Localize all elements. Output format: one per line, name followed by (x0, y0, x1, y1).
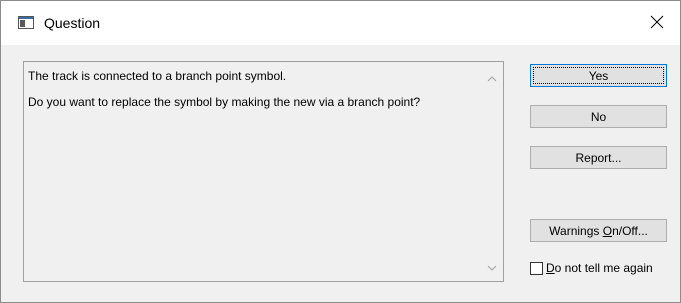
close-button[interactable] (634, 1, 680, 45)
report-button-label: Report... (575, 150, 622, 165)
message-line-1: The track is connected to a branch point… (28, 69, 287, 83)
no-button-label: No (590, 109, 607, 124)
message-text: The track is connected to a branch point… (28, 70, 468, 122)
window-app-icon (18, 16, 34, 29)
no-button[interactable]: No (530, 105, 667, 128)
title-bar: Question (1, 1, 680, 45)
close-icon (650, 15, 664, 32)
window-title: Question (44, 15, 101, 31)
scroll-down-icon[interactable] (487, 260, 497, 274)
scroll-up-icon[interactable] (487, 71, 497, 85)
message-line-2: Do you want to replace the symbol by mak… (28, 95, 421, 109)
warnings-button-label: Warnings On/Off... (549, 223, 648, 238)
message-box[interactable]: The track is connected to a branch point… (23, 61, 504, 282)
yes-button-label: Yes (588, 68, 609, 83)
report-button[interactable]: Report... (530, 146, 667, 169)
do-not-tell-again-checkbox[interactable] (530, 261, 543, 275)
do-not-tell-again-label: Do not tell me again (546, 261, 653, 275)
do-not-tell-again-option[interactable]: Do not tell me again (530, 260, 653, 276)
dialog-window: Question The track is connected to a bra… (0, 0, 681, 303)
warnings-toggle-button[interactable]: Warnings On/Off... (530, 219, 667, 242)
yes-button[interactable]: Yes (530, 64, 667, 87)
